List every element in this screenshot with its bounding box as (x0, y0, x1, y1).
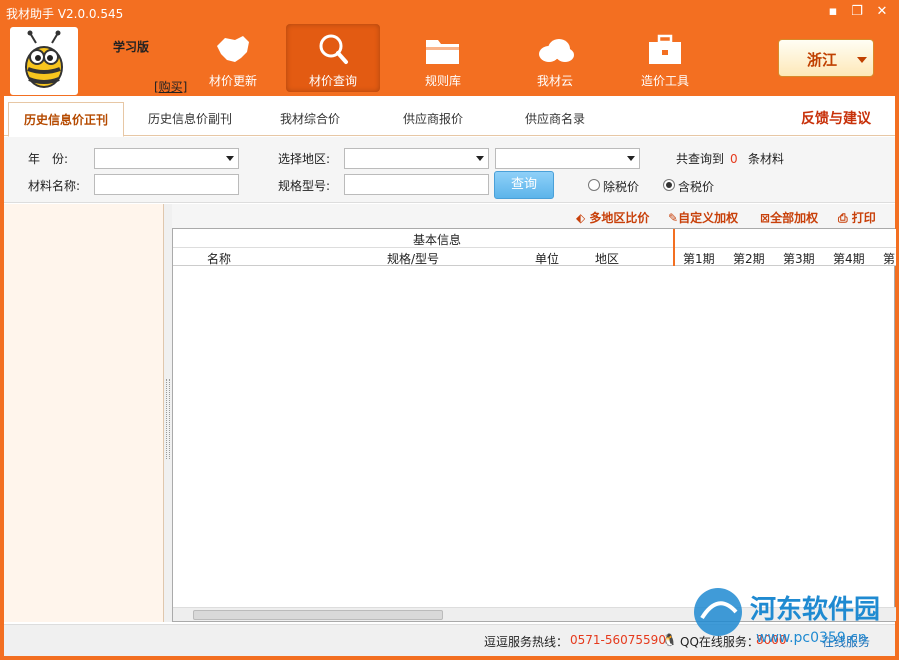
close-button[interactable]: ✕ (874, 4, 890, 20)
main-panel: 历史信息价正刊 历史信息价副刊 我材综合价 供应商报价 供应商名录 反馈与建议 … (4, 96, 896, 656)
feedback-link[interactable]: 反馈与建议 (801, 108, 871, 128)
all-weight-button[interactable]: ⊠全部加权 (760, 209, 818, 226)
region-dropdown[interactable]: 浙江 (778, 39, 874, 77)
col-unit[interactable]: 单位 (535, 250, 559, 267)
tax-included-label: 含税价 (678, 180, 715, 194)
year-label: 年 份: (28, 152, 69, 166)
splitter-handle[interactable] (164, 204, 172, 622)
category-tree-pane[interactable] (4, 204, 164, 622)
grip-icon (166, 379, 170, 459)
tag-icon: ⬖ (576, 211, 586, 225)
tab-bar: 历史信息价正刊 历史信息价副刊 我材综合价 供应商报价 供应商名录 反馈与建议 (4, 96, 895, 137)
custom-weight-label: 自定义加权 (678, 211, 739, 225)
result-count: 0 (730, 152, 738, 166)
material-name-input[interactable] (94, 174, 239, 195)
year-select[interactable] (94, 148, 239, 169)
buy-link[interactable]: [购买] (154, 78, 187, 95)
nav-rules-library[interactable]: 规则库 (396, 24, 490, 92)
qq-icon: 🐧 (662, 633, 677, 647)
app-window: 我材助手 V2.0.0.545 ▪ ❐ ✕ 学习版 [购买] 材价更新 材价查询… (0, 0, 899, 660)
cloud-icon (539, 39, 574, 62)
nav-label: 规则库 (424, 74, 461, 88)
result-prefix: 共查询到 (676, 152, 725, 166)
watermark-url: www.pc0359.cn (756, 630, 867, 646)
tab-supplier-directory[interactable]: 供应商名录 (500, 102, 610, 136)
material-name-label: 材料名称: (28, 179, 81, 193)
nav-label: 材价查询 (308, 74, 357, 88)
print-button[interactable]: ⎙ 打印 (838, 209, 876, 226)
col-spec[interactable]: 规格/型号 (387, 250, 439, 267)
tax-excluded-label: 除税价 (603, 180, 640, 194)
restore-button[interactable]: ❐ (849, 4, 865, 20)
query-form: 年 份: 选择地区: 共查询到 0 条材料 材料名称: 规格型号: 查询 除税价… (4, 137, 895, 203)
edition-label: 学习版 (113, 40, 150, 54)
printer-icon: ⎙ (838, 211, 848, 225)
result-suffix: 条材料 (748, 152, 785, 166)
tab-supplier-quotes[interactable]: 供应商报价 (378, 102, 488, 136)
watermark-cn: 河东软件园 (750, 594, 880, 625)
compare-button[interactable]: ⬖ 多地区比价 (576, 209, 649, 226)
hotline-number: 0571-56075590 (570, 633, 666, 647)
nav-cost-tools[interactable]: 造价工具 (618, 24, 712, 92)
print-label: 打印 (851, 211, 876, 225)
check-doc-icon: ⊠ (760, 211, 771, 225)
grid-toolbar: ⬖ 多地区比价 ✎自定义加权 ⊠全部加权 ⎙ 打印 (172, 204, 895, 228)
app-header: 学习版 [购买] 材价更新 材价查询 规则库 我材云 造价工具 浙江 (0, 24, 899, 96)
app-title: 我材助手 V2.0.0.545 (6, 7, 124, 21)
frozen-column-divider (673, 229, 675, 266)
region-value: 浙江 (807, 51, 838, 69)
all-weight-label: 全部加权 (770, 211, 819, 225)
minimize-button[interactable]: ▪ (825, 4, 841, 20)
col-period-4[interactable]: 第4期 (833, 250, 865, 267)
search-icon (319, 34, 348, 64)
col-region[interactable]: 地区 (595, 250, 619, 267)
price-grid[interactable]: 基本信息 名称 规格/型号 单位 地区 第1期 第2期 第3期 第4期 第 (172, 228, 896, 622)
tax-excluded-radio[interactable] (588, 179, 600, 191)
tax-included-radio[interactable] (663, 179, 675, 191)
col-period-5[interactable]: 第 (883, 250, 895, 267)
spec-input[interactable] (344, 174, 489, 195)
hotline-label: 逗逗服务热线： (484, 635, 569, 649)
nav-material-cloud[interactable]: 我材云 (508, 24, 602, 92)
tab-history-main[interactable]: 历史信息价正刊 (8, 102, 124, 137)
bee-logo-icon (10, 27, 78, 95)
col-period-3[interactable]: 第3期 (783, 250, 815, 267)
basic-info-header: 基本信息 (413, 233, 462, 247)
spec-label: 规格型号: (278, 179, 331, 193)
edit-icon: ✎ (668, 211, 679, 225)
grid-column-header: 名称 规格/型号 单位 地区 第1期 第2期 第3期 第4期 第 (173, 248, 896, 266)
nav-label: 造价工具 (640, 74, 689, 88)
nav-material-query[interactable]: 材价查询 (286, 24, 380, 92)
col-name[interactable]: 名称 (207, 250, 231, 267)
grid-group-header: 基本信息 (173, 229, 896, 248)
compare-label: 多地区比价 (589, 211, 650, 225)
nav-material-update[interactable]: 材价更新 (186, 24, 280, 92)
folder-icon (426, 40, 459, 64)
city-select[interactable] (495, 148, 640, 169)
col-period-2[interactable]: 第2期 (733, 250, 765, 267)
query-button[interactable]: 查询 (494, 171, 554, 199)
toolbox-icon (649, 34, 681, 64)
col-period-1[interactable]: 第1期 (683, 250, 715, 267)
region-label: 选择地区: (278, 152, 331, 166)
province-select[interactable] (344, 148, 489, 169)
chevron-down-icon (857, 57, 867, 63)
watermark-logo: 河东软件园 www.pc0359.cn (690, 582, 899, 652)
nav-label: 我材云 (536, 74, 573, 88)
custom-weight-button[interactable]: ✎自定义加权 (668, 209, 738, 226)
scrollbar-thumb[interactable] (193, 610, 443, 620)
tab-composite-price[interactable]: 我材综合价 (258, 102, 362, 136)
china-map-icon (217, 36, 249, 62)
tab-history-supplement[interactable]: 历史信息价副刊 (134, 102, 246, 136)
title-bar[interactable]: 我材助手 V2.0.0.545 ▪ ❐ ✕ (0, 0, 899, 24)
nav-label: 材价更新 (208, 74, 257, 88)
